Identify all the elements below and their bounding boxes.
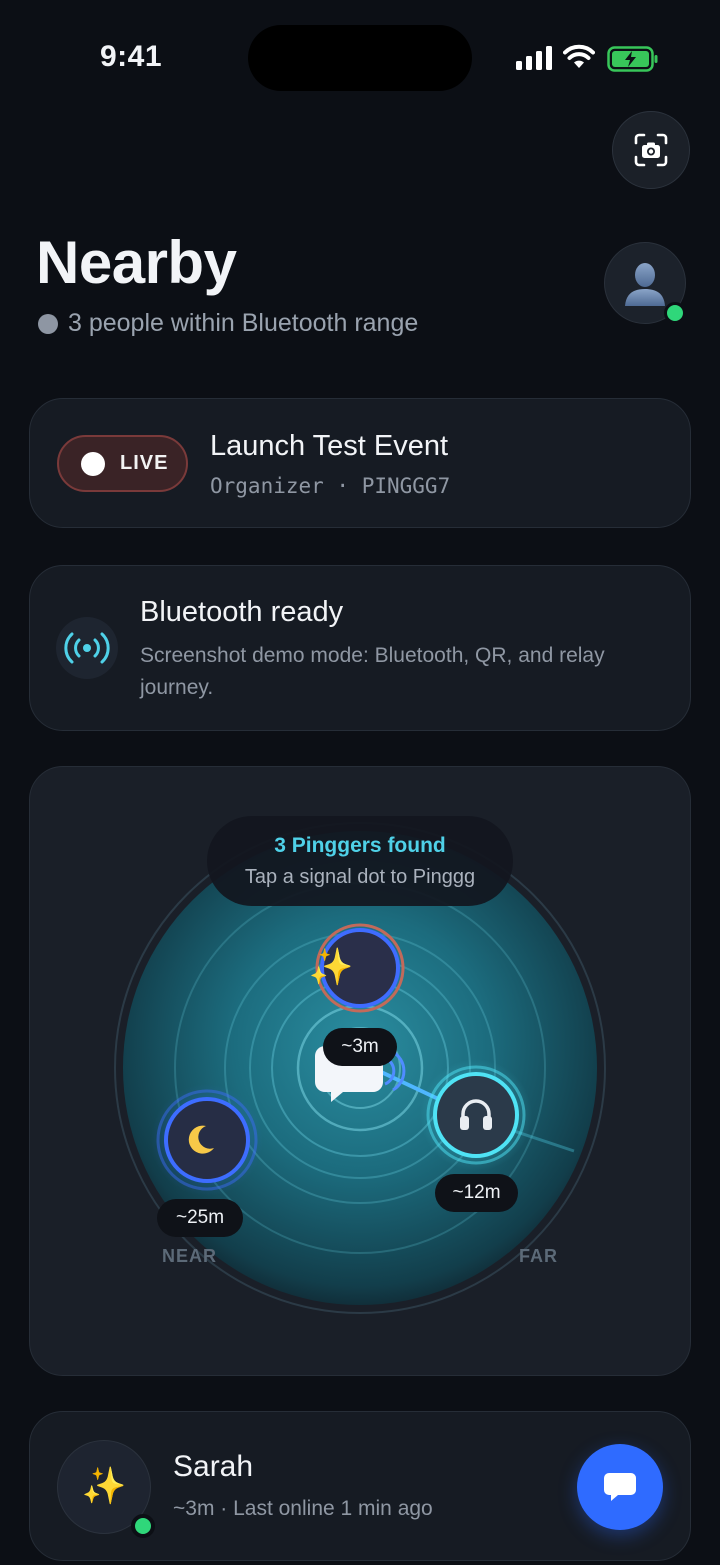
near-label: NEAR <box>162 1246 218 1266</box>
sparkles-icon: ✨ <box>81 1466 127 1507</box>
camera-scan-icon <box>634 133 668 167</box>
found-hint: Tap a signal dot to Pinggg <box>244 865 476 888</box>
event-subtitle: Organizer · PINGGG7 <box>210 474 451 498</box>
message-bubble-icon <box>604 1473 636 1501</box>
far-label: FAR <box>519 1246 558 1266</box>
distance-chip: ~12m <box>435 1174 518 1212</box>
status-dot <box>38 313 58 334</box>
nearby-count-text: 3 people within Bluetooth range <box>68 309 419 337</box>
found-count: 3 Pinggers found <box>274 833 446 857</box>
wifi-icon <box>563 44 595 68</box>
online-indicator <box>664 302 686 324</box>
live-badge: LIVE <box>57 435 188 492</box>
message-button[interactable] <box>577 1444 663 1530</box>
cellular-signal-icon <box>516 46 552 70</box>
radar-dot-sparkles[interactable]: ✨ <box>309 950 354 986</box>
broadcast-signal-icon <box>64 632 110 664</box>
online-indicator <box>131 1514 155 1538</box>
qr-scan-button[interactable] <box>612 111 690 189</box>
event-title: Launch Test Event <box>210 430 449 462</box>
battery-charging-icon <box>607 46 658 72</box>
bluetooth-description: Screenshot demo mode: Bluetooth, QR, and… <box>140 644 605 699</box>
radar-dot-headphones[interactable] <box>456 1095 496 1135</box>
sparkles-icon: ✨ <box>308 947 354 988</box>
live-dot <box>81 451 105 476</box>
status-time: 9:41 <box>100 40 163 73</box>
distance-chip: ~3m <box>323 1028 397 1066</box>
bluetooth-title: Bluetooth ready <box>140 596 344 628</box>
pinggers-found-banner: 3 Pinggers found Tap a signal dot to Pin… <box>207 816 513 906</box>
dynamic-island <box>248 25 472 91</box>
crescent-moon-icon <box>188 1125 214 1154</box>
person-name: Sarah <box>173 1450 254 1483</box>
radar-dot-moon[interactable] <box>186 1122 216 1158</box>
person-meta: ~3m · Last online 1 min ago <box>173 1497 433 1520</box>
distance-chip: ~25m <box>157 1199 243 1237</box>
nearby-count-subtitle: 3 people within Bluetooth range <box>38 309 418 338</box>
person-silhouette-icon <box>625 263 665 306</box>
page-title: Nearby <box>36 229 237 296</box>
bluetooth-icon-container <box>56 617 118 679</box>
headphones-icon <box>460 1099 492 1130</box>
live-label: LIVE <box>120 452 169 474</box>
